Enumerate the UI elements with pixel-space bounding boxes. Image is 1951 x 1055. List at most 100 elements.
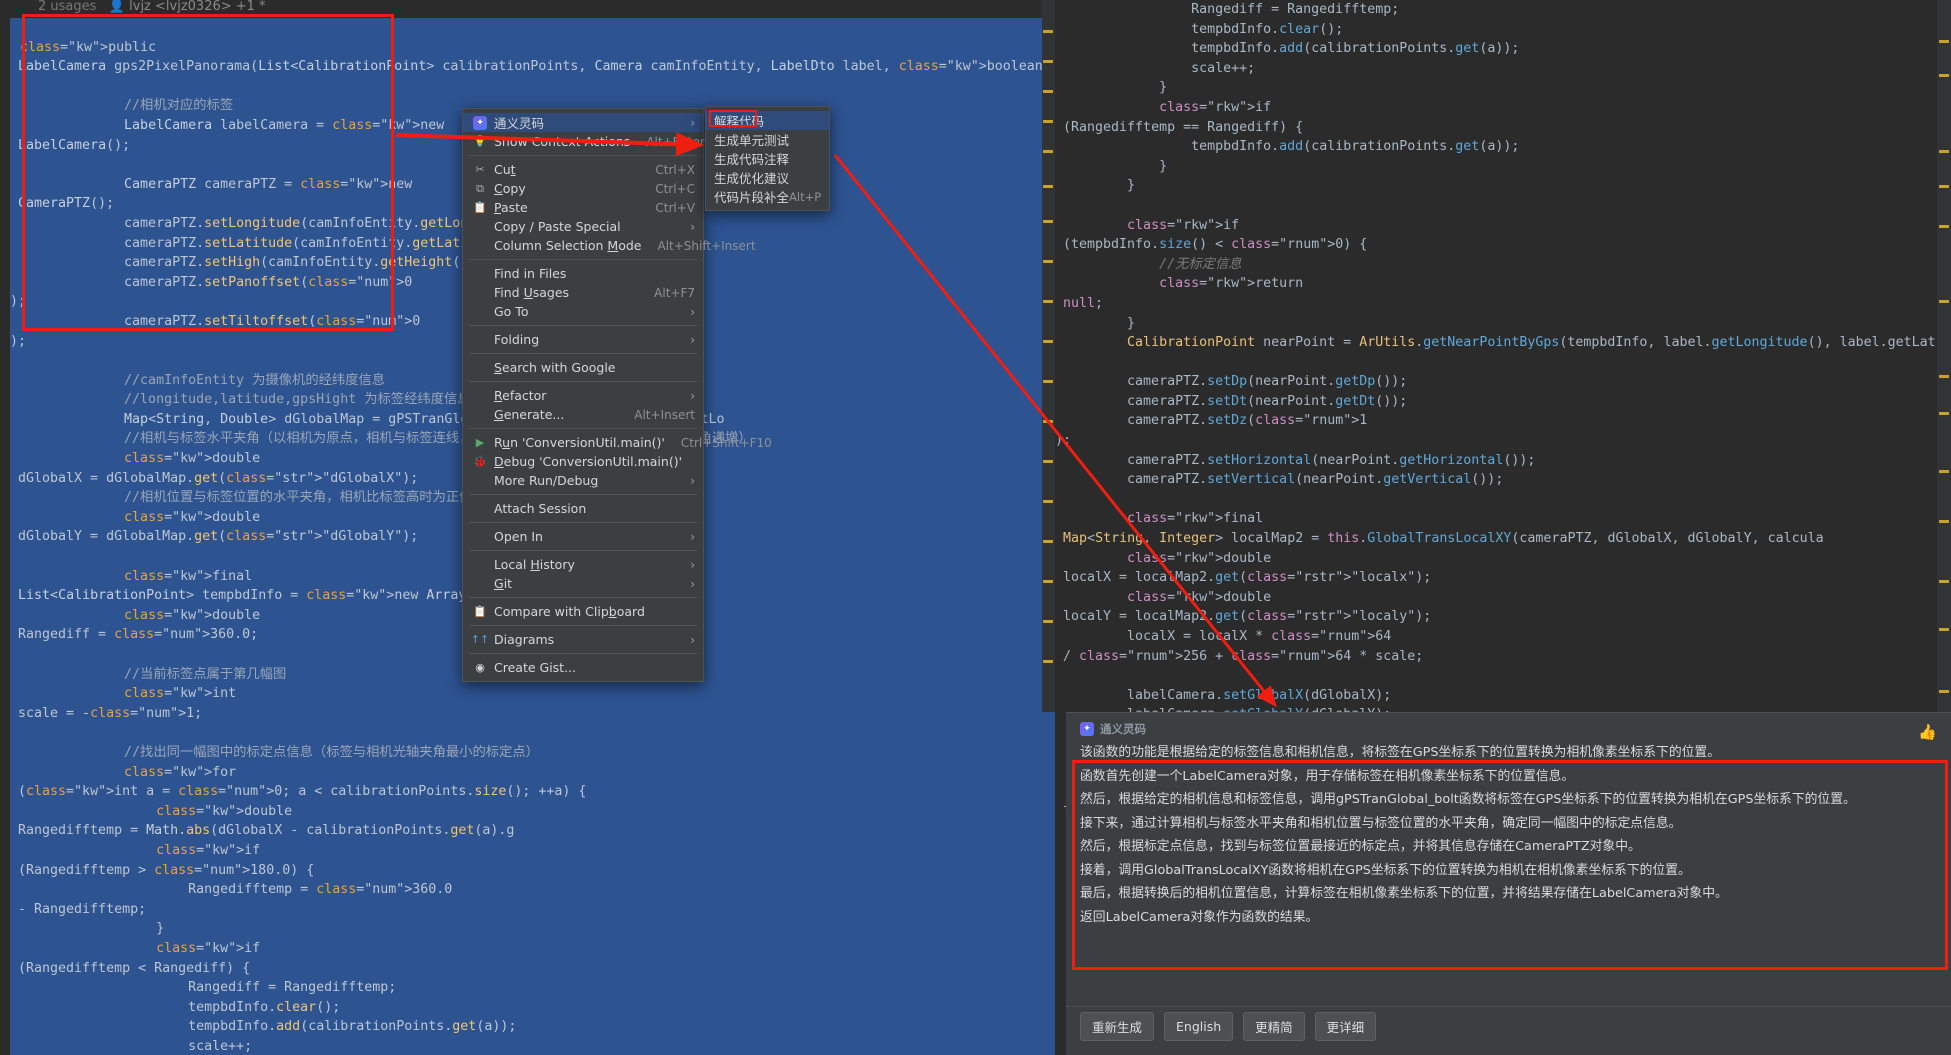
debug-icon: 🐞 bbox=[471, 455, 489, 469]
code-line: //无标定信息 bbox=[1055, 255, 1951, 275]
menu-item-shortcut: Alt+Shift+Insert bbox=[658, 239, 756, 253]
ai-action-buttons[interactable]: 重新生成 English 更精简更详细 bbox=[1080, 1012, 1376, 1041]
menu-icon-placeholder bbox=[471, 408, 489, 422]
tongyi-submenu[interactable]: 解释代码生成单元测试生成代码注释生成优化建议代码片段补全Alt+P bbox=[705, 106, 830, 211]
code-line: } bbox=[1055, 78, 1951, 98]
menu-item-label: More Run/Debug bbox=[494, 473, 680, 488]
menu-item-cut[interactable]: ✂CutCtrl+X bbox=[463, 160, 703, 179]
menu-item-refactor[interactable]: Refactor› bbox=[463, 386, 703, 405]
code-line: //找出同一幅图中的标定点信息（标签与相机光轴夹角最小的标定点） bbox=[10, 743, 1055, 763]
usages-inlay-hint[interactable]: 2 usages 👤 lvjz <lvjz0326> +1 * bbox=[38, 0, 266, 14]
menu-icon-placeholder bbox=[471, 361, 489, 375]
menu-item-go-to[interactable]: Go To› bbox=[463, 302, 703, 321]
code-line: tempbdInfo.add(calibrationPoints.get(a))… bbox=[1055, 39, 1951, 59]
submenu-item-label: 代码片段补全 bbox=[714, 187, 789, 206]
code-line: class="kw">if bbox=[10, 841, 1055, 861]
menu-separator bbox=[469, 259, 697, 260]
submenu-item-2[interactable]: 生成代码注释 bbox=[706, 149, 829, 168]
ai-paragraph: 函数首先创建一个LabelCamera对象，用于存储标签在相机像素坐标系下的位置… bbox=[1080, 769, 1933, 784]
menu-item-git[interactable]: Git› bbox=[463, 574, 703, 593]
menu-item-run-conversionutil-main[interactable]: ▶Run 'ConversionUtil.main()'Ctrl+Shift+F… bbox=[463, 433, 703, 452]
menu-item-paste[interactable]: 📋PasteCtrl+V bbox=[463, 198, 703, 217]
menu-item-shortcut: Ctrl+V bbox=[655, 201, 695, 215]
submenu-item-0[interactable]: 解释代码 bbox=[706, 111, 829, 130]
menu-item-create-gist[interactable]: ◉Create Gist... bbox=[463, 658, 703, 677]
marker bbox=[1043, 460, 1053, 463]
code-line: cameraPTZ.setDz(class="rnum">1 bbox=[1055, 411, 1951, 431]
marker bbox=[1939, 40, 1949, 43]
ai-button-0[interactable]: 重新生成 bbox=[1080, 1012, 1154, 1041]
menu-item-label: Folding bbox=[494, 332, 680, 347]
code-line: scale++; bbox=[1055, 59, 1951, 79]
menu-item-local-history[interactable]: Local History› bbox=[463, 555, 703, 574]
ai-button-2[interactable]: 更精简 bbox=[1243, 1012, 1305, 1041]
submenu-item-4[interactable]: 代码片段补全Alt+P bbox=[706, 187, 829, 206]
code-line bbox=[1055, 196, 1951, 216]
menu-item-search-with-google[interactable]: Search with Google bbox=[463, 358, 703, 377]
chevron-right-icon: › bbox=[690, 577, 695, 591]
marker bbox=[1043, 380, 1053, 383]
menu-item-label: Local History bbox=[494, 557, 680, 572]
chevron-right-icon: › bbox=[690, 305, 695, 319]
menu-item-open-in[interactable]: Open In› bbox=[463, 527, 703, 546]
menu-item-diagrams[interactable]: ↑↑Diagrams› bbox=[463, 630, 703, 649]
menu-item-copy-paste-special[interactable]: Copy / Paste Special› bbox=[463, 217, 703, 236]
marker bbox=[1043, 90, 1053, 93]
menu-item-show-context-actions[interactable]: 💡Show Context ActionsAlt+Enter bbox=[463, 132, 703, 151]
marker bbox=[1939, 412, 1949, 415]
menu-item-通义灵码[interactable]: ✦通义灵码› bbox=[463, 113, 703, 132]
menu-item-column-selection-mode[interactable]: Column Selection ModeAlt+Shift+Insert bbox=[463, 236, 703, 255]
menu-item-folding[interactable]: Folding› bbox=[463, 330, 703, 349]
marker bbox=[1043, 340, 1053, 343]
menu-item-debug-conversionutil-main[interactable]: 🐞Debug 'ConversionUtil.main()' bbox=[463, 452, 703, 471]
menu-item-label: Show Context Actions bbox=[494, 134, 630, 149]
ai-button-3[interactable]: 更详细 bbox=[1315, 1012, 1377, 1041]
code-line: class="kw">double bbox=[10, 802, 1055, 822]
code-line: class="rkw">double bbox=[1055, 549, 1951, 569]
ai-paragraph: 该函数的功能是根据给定的标签信息和相机信息，将标签在GPS坐标系下的位置转换为相… bbox=[1080, 745, 1933, 760]
code-line bbox=[10, 18, 1055, 38]
menu-item-label: Compare with Clipboard bbox=[494, 604, 695, 619]
code-line bbox=[10, 77, 1055, 97]
menu-item-shortcut: Ctrl+Shift+F10 bbox=[681, 436, 772, 450]
ai-brand-label: 通义灵码 bbox=[1100, 721, 1146, 737]
menu-item-shortcut: Ctrl+C bbox=[655, 182, 695, 196]
marker bbox=[1043, 660, 1053, 663]
submenu-item-1[interactable]: 生成单元测试 bbox=[706, 130, 829, 149]
menu-item-label: Copy bbox=[494, 181, 639, 196]
menu-item-find-in-files[interactable]: Find in Files bbox=[463, 264, 703, 283]
menu-item-label: Run 'ConversionUtil.main()' bbox=[494, 435, 665, 450]
ai-paragraph: 然后，根据标定点信息，找到与标签位置最接近的标定点，并将其信息存储在Camera… bbox=[1080, 839, 1933, 854]
context-menu[interactable]: ✦通义灵码›💡Show Context ActionsAlt+Enter ✂Cut… bbox=[462, 108, 704, 682]
marker bbox=[1939, 375, 1949, 378]
code-line: } bbox=[10, 919, 1055, 939]
menu-separator bbox=[469, 625, 697, 626]
marker bbox=[1043, 540, 1053, 543]
menu-icon-placeholder bbox=[471, 286, 489, 300]
menu-item-copy[interactable]: ⧉CopyCtrl+C bbox=[463, 179, 703, 198]
code-line: Rangediff = Rangedifftemp; bbox=[1055, 0, 1951, 20]
marker bbox=[1043, 260, 1053, 263]
menu-item-generate[interactable]: Generate...Alt+Insert bbox=[463, 405, 703, 424]
code-line: class="rkw">if bbox=[1055, 98, 1951, 118]
marker bbox=[1043, 120, 1053, 123]
menu-item-find-usages[interactable]: Find UsagesAlt+F7 bbox=[463, 283, 703, 302]
menu-item-attach-session[interactable]: Attach Session bbox=[463, 499, 703, 518]
menu-item-compare-with-clipboard[interactable]: 📋Compare with Clipboard bbox=[463, 602, 703, 621]
submenu-item-3[interactable]: 生成优化建议 bbox=[706, 168, 829, 187]
marker bbox=[1939, 185, 1949, 188]
code-line: Rangediff = Rangedifftemp; bbox=[10, 978, 1055, 998]
marker bbox=[1043, 300, 1053, 303]
menu-item-more-run-debug[interactable]: More Run/Debug› bbox=[463, 471, 703, 490]
menu-icon-placeholder bbox=[471, 502, 489, 516]
code-line: cameraPTZ.setDt(nearPoint.getDt()); bbox=[1055, 392, 1951, 412]
menu-item-label: Refactor bbox=[494, 388, 680, 403]
ai-explanation-panel: ✦ 通义灵码 👍 该函数的功能是根据给定的标签信息和相机信息，将标签在GPS坐标… bbox=[1066, 712, 1951, 1055]
ai-button-1[interactable]: English bbox=[1164, 1012, 1233, 1041]
marker bbox=[1043, 620, 1053, 623]
thumbs-up-icon[interactable]: 👍 bbox=[1918, 723, 1937, 741]
scissors-icon: ✂ bbox=[471, 163, 489, 177]
center-scrollbar-markers[interactable] bbox=[1042, 0, 1055, 712]
code-line: class="kw">int bbox=[10, 684, 1055, 704]
menu-icon-placeholder bbox=[471, 267, 489, 281]
